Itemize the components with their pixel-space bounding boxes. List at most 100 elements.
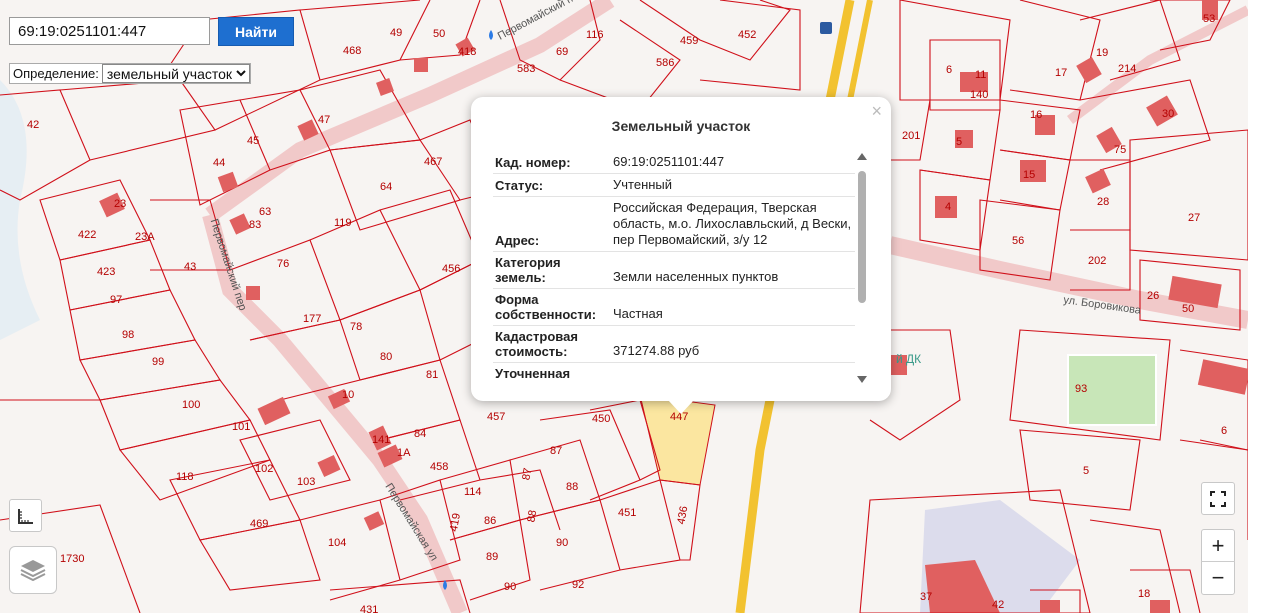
definition-label: Определение: xyxy=(13,66,99,81)
layers-icon xyxy=(20,560,46,582)
scroll-down-icon[interactable] xyxy=(857,376,867,383)
parcel-label: 42 xyxy=(992,599,1004,611)
parcel-label: 5 xyxy=(956,136,962,148)
popup-body: Кад. номер: 69:19:0251101:447 Статус: Учте… xyxy=(493,151,855,381)
parcel-label: 451 xyxy=(618,507,636,519)
parcel-label: 47 xyxy=(318,114,330,126)
zoom-in-icon[interactable]: + xyxy=(1201,530,1235,563)
parcel-label: 56 xyxy=(1012,235,1024,247)
highway-north xyxy=(847,0,873,101)
parcel-label: 69 xyxy=(556,46,568,58)
info-key: Кад. номер: xyxy=(493,151,611,174)
parcel-label: 469 xyxy=(250,518,268,530)
popup-title: Земельный участок xyxy=(611,118,751,134)
definition-selector: Определение: земельный участок xyxy=(9,63,251,84)
parcel-label: 83 xyxy=(249,219,261,231)
parcel-label: 202 xyxy=(1088,255,1106,267)
parcel-label: 10 xyxy=(342,389,354,401)
parcel-label: 88 xyxy=(566,481,578,493)
parcel-label: 81 xyxy=(426,369,438,381)
search-button[interactable]: Найти xyxy=(218,17,294,46)
parcel-label: 114 xyxy=(464,486,482,498)
table-row: Уточненная площадь:2608 кв.м xyxy=(493,362,855,381)
zoom-out-icon[interactable]: − xyxy=(1201,562,1235,594)
definition-select[interactable]: земельный участок xyxy=(101,64,250,83)
parcel-label: 119 xyxy=(334,217,352,229)
ruler-icon xyxy=(17,508,33,524)
bus-stop-icon xyxy=(820,22,832,34)
layers-button[interactable] xyxy=(9,546,57,594)
water-drop-icon xyxy=(489,30,493,40)
parcel-label: 97 xyxy=(110,294,122,306)
parcel-label: 50 xyxy=(1182,303,1194,315)
parcel-label: 177 xyxy=(303,313,321,325)
parcel-label: 86 xyxy=(484,515,496,527)
parcel-label: 89 xyxy=(486,551,498,563)
parcel-label: 100 xyxy=(182,399,200,411)
parcel-label: 75 xyxy=(1114,144,1126,156)
page-scroll-strip xyxy=(1248,0,1280,613)
table-row: Кад. номер: 69:19:0251101:447 xyxy=(493,151,855,174)
parcel-label: 23А xyxy=(135,231,155,243)
zoom-control: + − xyxy=(1201,529,1235,595)
parcel-label: 431 xyxy=(360,604,378,613)
info-key: Статус: xyxy=(493,173,611,197)
parcel-label: 87 xyxy=(550,445,562,457)
parcel-info-popup: Земельный участок × Кад. номер: 69:19:025… xyxy=(471,97,891,401)
parcel-label: 586 xyxy=(656,57,674,69)
parcel-label: 422 xyxy=(78,229,96,241)
parcel-label: 84 xyxy=(414,428,426,440)
table-row: Статус: Учтенный xyxy=(493,173,855,197)
scroll-up-icon[interactable] xyxy=(857,153,867,160)
parcel-label: 44 xyxy=(213,157,225,169)
parcel-label: 140 xyxy=(970,89,988,101)
parcel-label: 457 xyxy=(487,411,505,423)
info-key: Категория земель: xyxy=(493,251,611,289)
parcel-label: 102 xyxy=(255,463,273,475)
parcel-label: 17 xyxy=(1055,67,1067,79)
popup-scrollbar[interactable] xyxy=(857,153,867,383)
parcel-label: 436 xyxy=(675,505,690,525)
parcel-label: 468 xyxy=(343,45,361,57)
parcel-label: 1730 xyxy=(60,553,84,565)
info-value: Учтенный xyxy=(611,173,855,197)
parcel-info-table: Кад. номер: 69:19:0251101:447 Статус: Учте… xyxy=(493,151,855,381)
parcel-label: 583 xyxy=(517,63,535,75)
info-value: Земли населенных пунктов xyxy=(611,251,855,289)
parcel-label: 53 xyxy=(1203,13,1215,25)
parcel-label: 50 xyxy=(433,28,445,40)
parcel-label: 214 xyxy=(1118,63,1136,75)
ruler-button[interactable] xyxy=(9,499,42,532)
fullscreen-button[interactable] xyxy=(1201,482,1235,515)
info-key: Кадастровая стоимость: xyxy=(493,325,611,363)
parcel-label: 467 xyxy=(424,156,442,168)
parcel-label: 6 xyxy=(1221,425,1227,437)
parcel-label: 27 xyxy=(1188,212,1200,224)
info-value: 2608 кв.м xyxy=(611,362,855,381)
parcel-label: 18 xyxy=(1138,588,1150,600)
parcel-label: 118 xyxy=(176,471,194,483)
info-key: Форма собственности: xyxy=(493,288,611,326)
parcel-label: 418 xyxy=(458,46,476,58)
cadastral-search-input[interactable] xyxy=(9,17,210,45)
parcel-label: 64 xyxy=(380,181,392,193)
table-row: Форма собственности: Частная xyxy=(493,288,855,326)
parcel-label: 76 xyxy=(277,258,289,270)
table-row: Категория земель: Земли населенных пункто… xyxy=(493,251,855,289)
info-value: Частная xyxy=(611,288,855,326)
parcel-label: 42 xyxy=(27,119,39,131)
parcel-label: 16 xyxy=(1030,109,1042,121)
parcel-label: 92 xyxy=(572,579,584,591)
parcel-label: 63 xyxy=(259,206,271,218)
info-value: 371274.88 руб xyxy=(611,325,855,363)
parcel-label: 450 xyxy=(592,413,610,425)
scroll-thumb[interactable] xyxy=(858,171,866,303)
close-icon[interactable]: × xyxy=(871,102,882,120)
parcel-label: 88 xyxy=(525,509,539,523)
parcel-label: 90 xyxy=(504,581,516,593)
parcel-label: 101 xyxy=(232,421,250,433)
parcel-label: 19 xyxy=(1096,47,1108,59)
parcel-label: 37 xyxy=(920,591,932,603)
parcel-label: 201 xyxy=(902,130,920,142)
parcel-label: 30 xyxy=(1162,108,1174,120)
